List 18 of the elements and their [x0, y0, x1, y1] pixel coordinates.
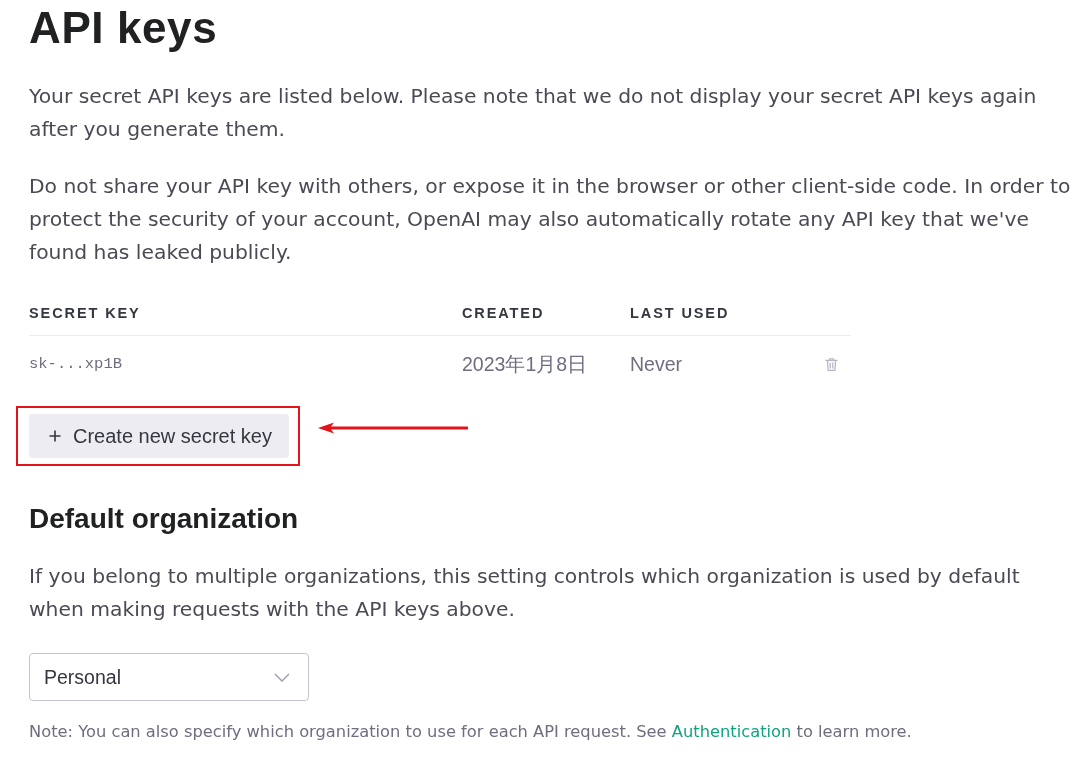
secret-key-cell: sk-...xp1B [29, 355, 122, 373]
chevron-down-icon [274, 672, 290, 682]
organization-description: If you belong to multiple organizations, this setting controls which organization is used by default when making requests with the API keys above. [29, 563, 1021, 623]
intro-paragraph: Do not share your API key with others, or expose it in the browser or other client-side code. In order to protect the security of your account, OpenAI may also automatically rotate any API key that we've found has leaked publicly. [29, 173, 1072, 266]
arrow-icon [318, 422, 468, 434]
trash-icon[interactable] [824, 356, 838, 372]
create-key-button[interactable]: Create new secret key [29, 414, 289, 458]
created-date-cell-text: 2023年1月8日 [462, 351, 588, 377]
plus-icon [49, 430, 61, 442]
column-header: LAST USED [630, 305, 730, 321]
column-header: SECRET KEY [29, 305, 141, 321]
column-header: CREATED [462, 305, 545, 321]
intro-paragraph: Your secret API keys are listed below. Please note that we do not display your secret API keys again after you generate them. [29, 83, 1038, 143]
page-title: API keys [29, 2, 219, 54]
section-heading: Default organization [29, 502, 300, 536]
note-text: Note: You can also specify which organization to use for each API request. See Authentication to learn more. [29, 721, 913, 743]
last-used-cell: Never [630, 352, 683, 376]
organization-select[interactable]: Personal [29, 653, 309, 701]
